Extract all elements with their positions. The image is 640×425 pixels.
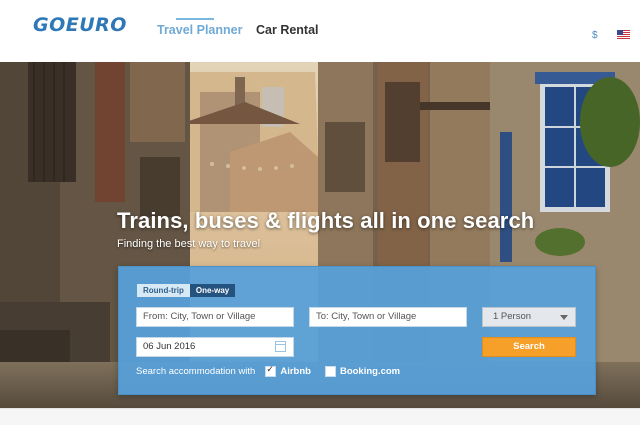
calendar-icon[interactable] [275,341,286,352]
currency-selector[interactable]: $ [592,30,598,41]
departure-date-value: 06 Jun 2016 [143,341,196,352]
search-panel: Round-trip One-way From: City, Town or V… [118,266,596,395]
departure-date-input[interactable]: 06 Jun 2016 [136,337,294,357]
accommodation-label: Search accommodation with [136,366,256,377]
accommodation-row: Search accommodation with Airbnb Booking… [136,364,414,377]
hero-subheadline: Finding the best way to travel [117,238,261,250]
top-navigation-bar: GOEURO Travel Planner Car Rental $ [0,0,640,62]
nav-travel-planner[interactable]: Travel Planner [157,23,242,37]
trip-type-tabs: Round-trip One-way [137,284,236,297]
nav-car-rental[interactable]: Car Rental [256,23,319,37]
page-bottom-strip [0,408,640,425]
airbnb-checkbox[interactable] [265,364,277,377]
passengers-select[interactable]: 1 Person [482,307,576,327]
tab-one-way[interactable]: One-way [189,284,236,297]
passengers-value: 1 Person [493,311,532,322]
us-flag-icon[interactable] [617,30,630,39]
destination-input[interactable]: To: City, Town or Village [309,307,467,327]
booking-checkbox[interactable] [324,366,336,377]
search-button[interactable]: Search [482,337,576,357]
goeuro-logo[interactable]: GOEURO [33,14,127,36]
active-nav-indicator [176,18,214,20]
origin-input[interactable]: From: City, Town or Village [136,307,294,327]
airbnb-label[interactable]: Airbnb [280,366,311,377]
chevron-down-icon [560,315,568,320]
tab-round-trip[interactable]: Round-trip [137,284,190,297]
booking-label[interactable]: Booking.com [340,366,400,377]
hero-headline: Trains, buses & flights all in one searc… [117,208,535,233]
